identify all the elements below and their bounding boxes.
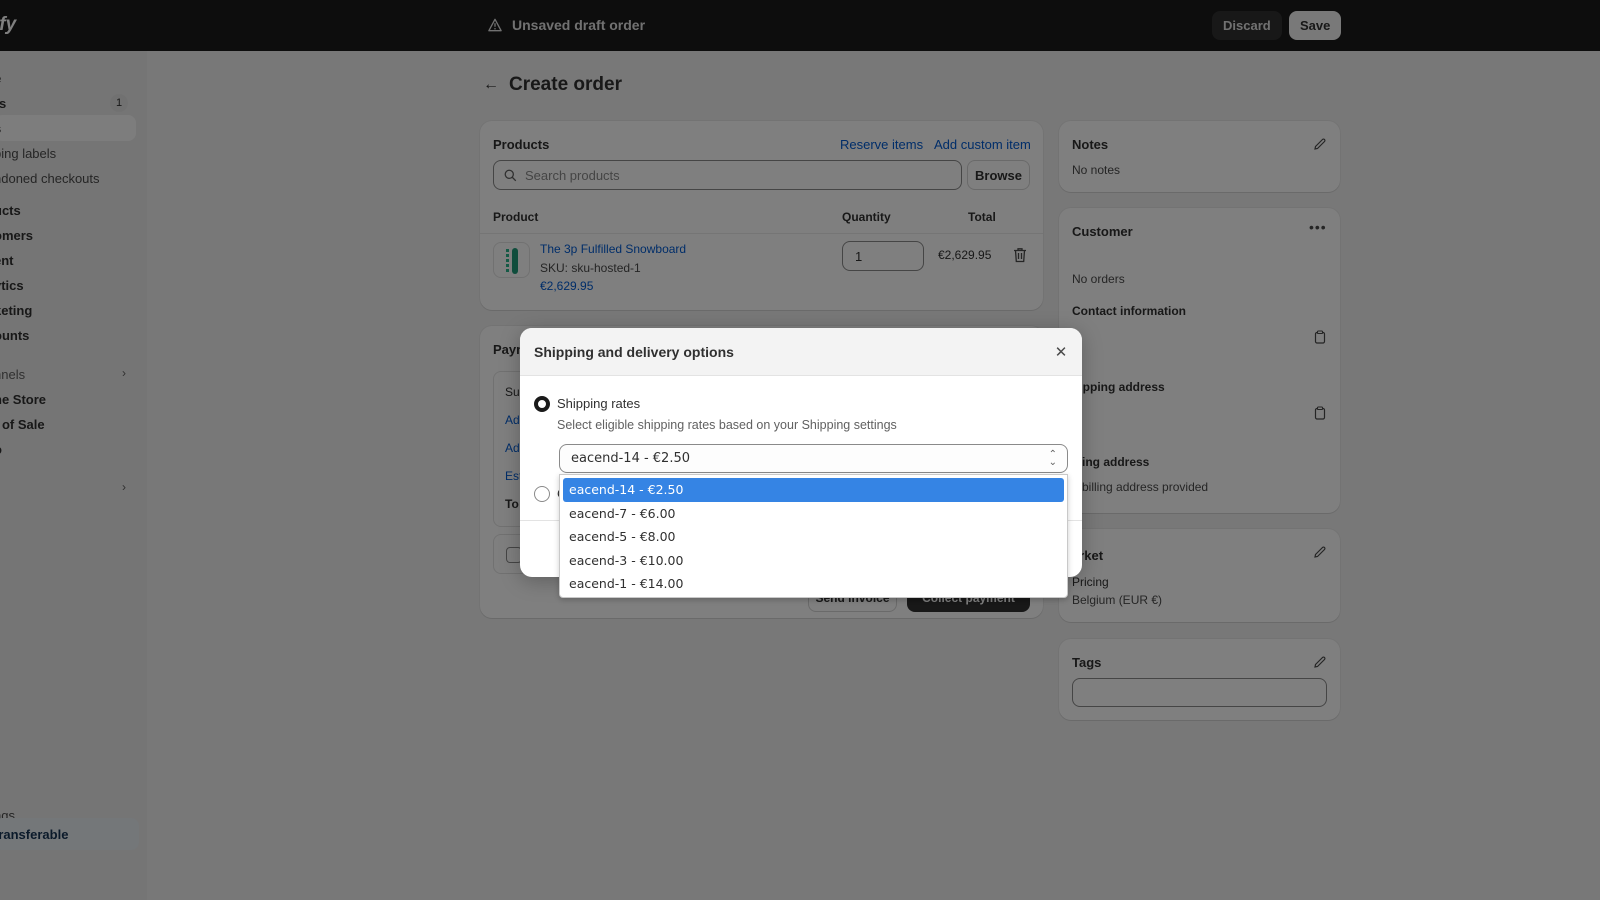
shipping-rates-label[interactable]: Shipping rates xyxy=(557,396,640,411)
rate-option[interactable]: eacend-1 - €14.00 xyxy=(563,572,1064,596)
shipping-rate-select[interactable]: eacend-14 - €2.50 ⌃ ⌄ xyxy=(559,444,1068,473)
shipping-rate-dropdown: eacend-14 - €2.50 eacend-7 - €6.00 eacen… xyxy=(559,474,1068,598)
modal-title: Shipping and delivery options xyxy=(534,344,734,360)
rate-option[interactable]: eacend-7 - €6.00 xyxy=(563,502,1064,526)
close-icon[interactable]: ✕ xyxy=(1050,341,1072,363)
custom-rate-radio[interactable] xyxy=(534,486,550,502)
rate-option[interactable]: eacend-14 - €2.50 xyxy=(563,478,1064,502)
shipping-rates-radio[interactable] xyxy=(534,396,550,412)
shipping-rates-help: Select eligible shipping rates based on … xyxy=(557,418,897,432)
rate-option[interactable]: eacend-3 - €10.00 xyxy=(563,549,1064,573)
rate-option[interactable]: eacend-5 - €8.00 xyxy=(563,525,1064,549)
selected-rate: eacend-14 - €2.50 xyxy=(571,451,691,466)
modal-header: Shipping and delivery options ✕ xyxy=(520,328,1082,376)
select-arrows-icon: ⌃ ⌄ xyxy=(1048,449,1057,468)
